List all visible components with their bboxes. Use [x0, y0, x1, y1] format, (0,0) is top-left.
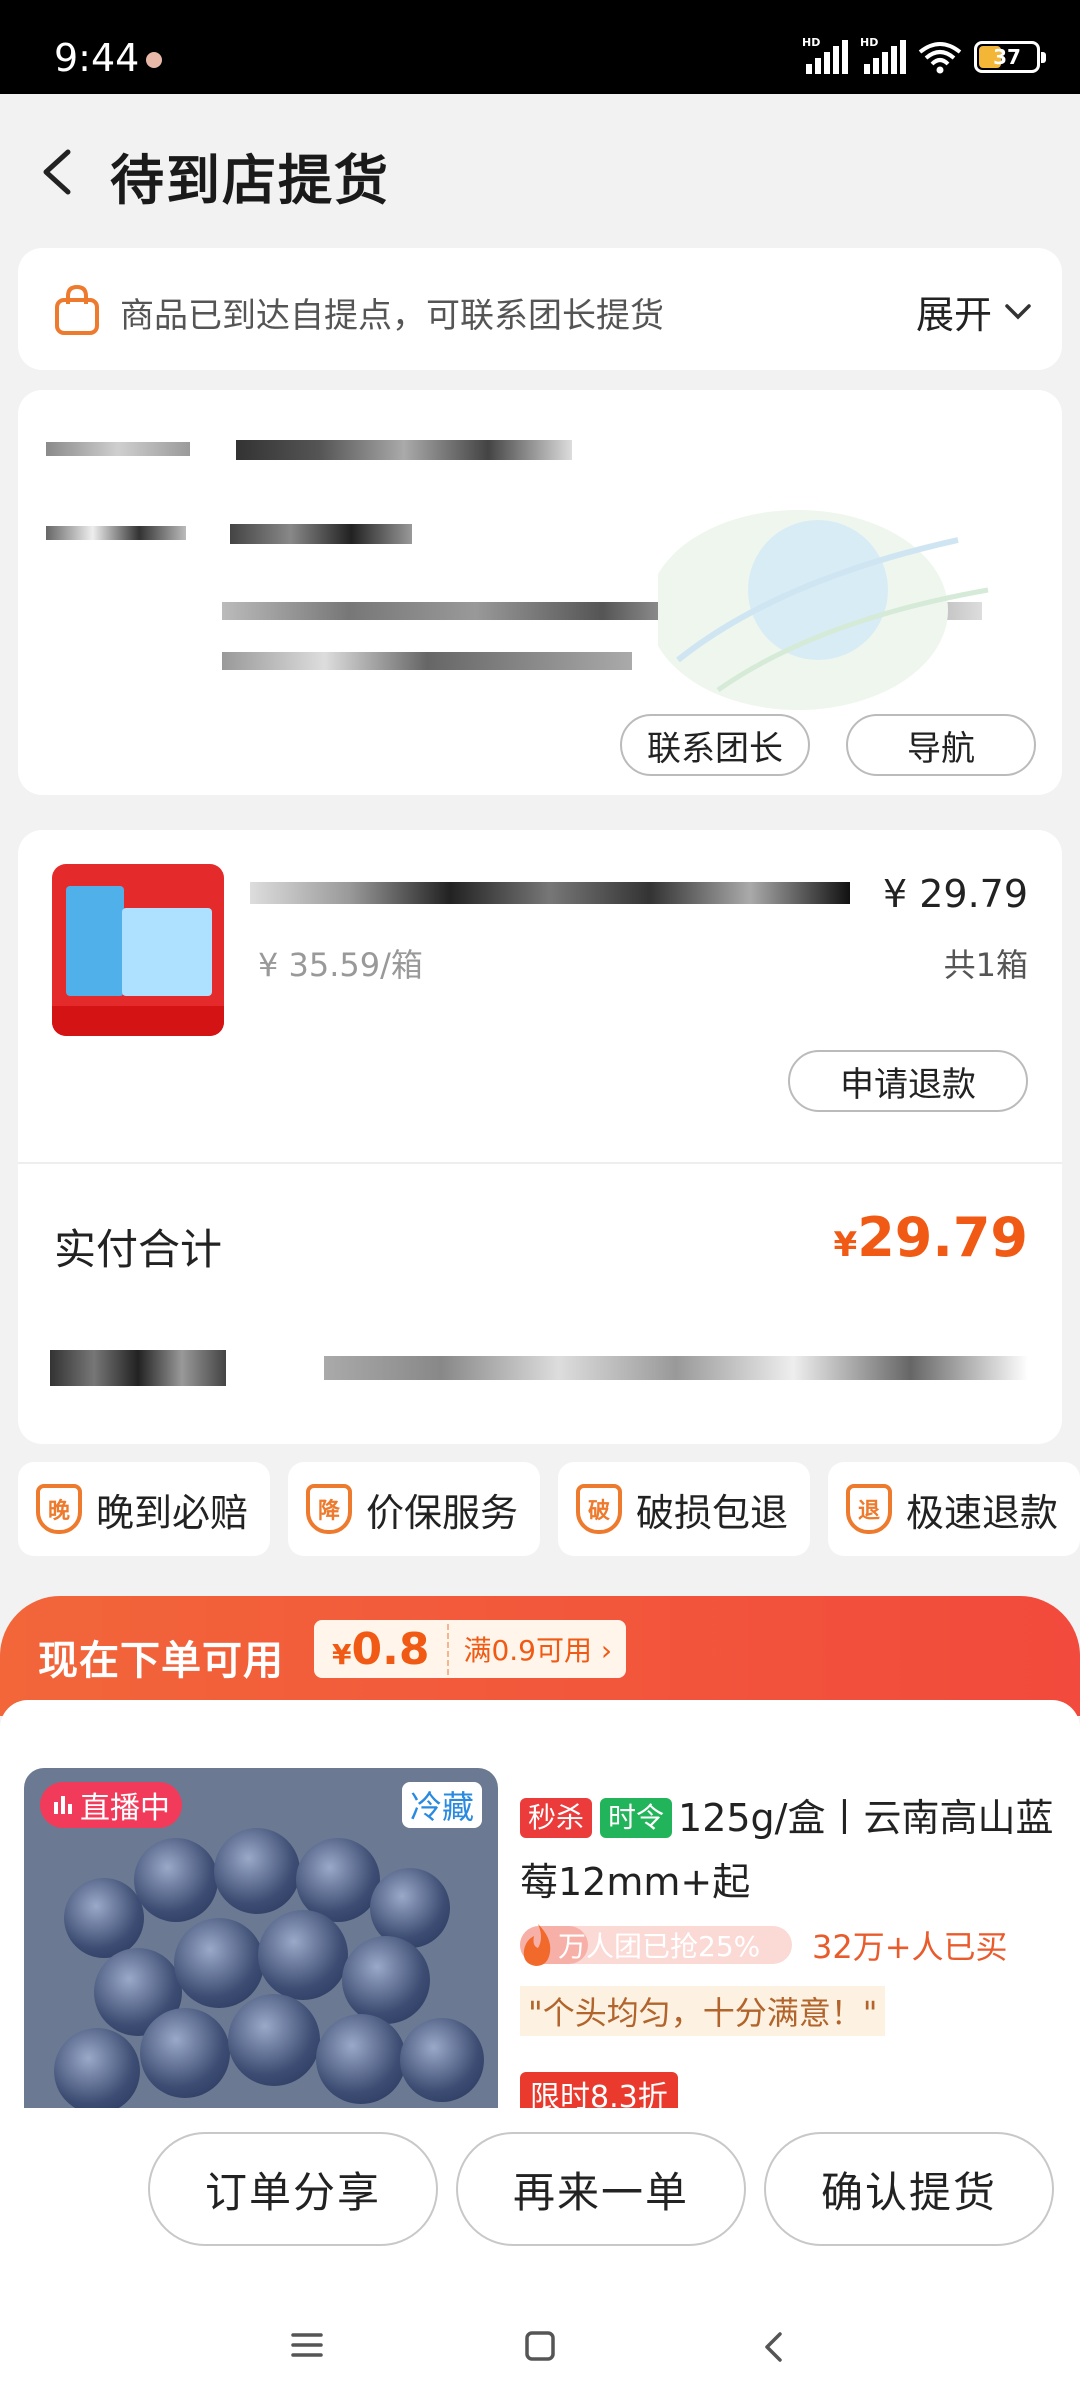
contact-leader-button[interactable]: 联系团长 [620, 714, 810, 776]
redacted-text [236, 440, 572, 460]
total-amount: ¥29.79 [834, 1206, 1028, 1269]
signal-icon-2: HD [860, 36, 906, 74]
product-thumbnail[interactable] [52, 864, 224, 1036]
live-badge: 直播中 [40, 1782, 182, 1828]
live-badge-label: 直播中 [80, 1791, 170, 1826]
coupon-value: 0.8 [351, 1623, 430, 1675]
product-title: 秒杀 时令 125g/盒丨云南高山蓝莓12mm+起 [520, 1786, 1060, 1914]
back-icon[interactable] [762, 2330, 786, 2364]
cold-chain-badge: 冷藏 [401, 1782, 482, 1828]
flash-sale-tag: 秒杀 [520, 1798, 593, 1838]
bottom-action-bar: 订单分享 再来一单 确认提货 [0, 2108, 1080, 2400]
service-item[interactable]: 退 极速退款 [828, 1462, 1080, 1556]
service-label: 破损包退 [636, 1490, 789, 1535]
signal-icon: HD [802, 36, 848, 74]
coupon-currency: ¥ [332, 1637, 352, 1671]
review-snippet: "个头均匀，十分满意！" [520, 1986, 886, 2036]
sales-count: 32万+人已买 [812, 1928, 1008, 1966]
redacted-text [324, 1356, 1028, 1380]
redacted-text [50, 1350, 226, 1386]
total-currency: ¥ [833, 1225, 858, 1265]
total-label: 实付合计 [54, 1225, 223, 1274]
reorder-button[interactable]: 再来一单 [456, 2132, 746, 2246]
map-illustration [658, 510, 989, 710]
menu-icon[interactable] [290, 2330, 324, 2360]
coupon-banner[interactable]: 现在下单可用 ¥0.8 满0.9可用 › [0, 1596, 1080, 1716]
total-value: 29.79 [857, 1206, 1028, 1269]
status-bar: 9:44 HD HD 37 [0, 0, 1080, 94]
refund-button[interactable]: 申请退款 [788, 1050, 1028, 1112]
shield-icon: 退 [846, 1484, 892, 1534]
divider [18, 1162, 1062, 1164]
product-name-redacted [250, 882, 850, 904]
seasonal-tag: 时令 [600, 1798, 673, 1838]
shopping-bag-icon [55, 284, 99, 335]
page-title: 待到店提货 [110, 149, 390, 212]
order-card: ¥ 35.59/箱 ¥ 29.79 共1箱 申请退款 实付合计 ¥29.79 [18, 830, 1062, 1444]
expand-label: 展开 [915, 293, 992, 337]
service-item[interactable]: 破 破损包退 [558, 1462, 810, 1556]
item-price: ¥ 29.79 [882, 872, 1028, 916]
promo-title: 现在下单可用 [38, 1638, 284, 1684]
notice-text: 商品已到达自提点，可联系团长提货 [120, 296, 664, 336]
navigate-button[interactable]: 导航 [846, 714, 1036, 776]
notification-icon [146, 52, 162, 68]
progress-bar: 万 人团已抢25% [520, 1924, 792, 1966]
signal-label: HD [802, 36, 821, 49]
discount-tag: 限时8.3折 [520, 2072, 678, 2110]
signal-label-2: HD [860, 36, 879, 49]
back-arrow-icon[interactable] [34, 142, 84, 202]
unit-price: ¥ 35.59/箱 [258, 946, 423, 984]
progress-text: 人团已抢25% [586, 1930, 761, 1963]
status-icons: HD HD 37 [802, 36, 1046, 74]
flame-icon [523, 1924, 551, 1966]
share-order-button[interactable]: 订单分享 [148, 2132, 438, 2246]
shield-icon: 降 [306, 1484, 352, 1534]
coupon-amount: ¥0.8 [314, 1623, 450, 1675]
product-image[interactable]: 直播中 冷藏 [24, 1768, 498, 2110]
progress-prefix: 万 [558, 1930, 587, 1963]
shield-icon: 破 [576, 1484, 622, 1534]
redacted-text [222, 652, 632, 670]
arrival-notice: 商品已到达自提点，可联系团长提货 展开 [18, 248, 1062, 370]
service-item[interactable]: 晚 晚到必赔 [18, 1462, 270, 1556]
service-label: 晚到必赔 [96, 1490, 249, 1535]
expand-button[interactable]: 展开 [916, 284, 1032, 339]
battery-level: 37 [993, 45, 1021, 69]
service-label: 价保服务 [366, 1490, 519, 1535]
shield-icon: 晚 [36, 1484, 82, 1534]
header: 待到店提货 [0, 94, 1080, 244]
recommended-product[interactable]: 直播中 冷藏 秒杀 时令 125g/盒丨云南高山蓝莓12mm+起 万 人团已抢25%… [0, 1700, 1080, 2110]
coupon-condition: 满0.9可用 › [463, 1634, 613, 1667]
home-icon[interactable] [524, 2330, 556, 2362]
service-item[interactable]: 降 价保服务 [288, 1462, 540, 1556]
item-quantity: 共1箱 [943, 946, 1028, 984]
group-progress: 万 人团已抢25% 32万+人已买 [520, 1922, 1008, 1968]
chevron-down-icon [1005, 303, 1031, 319]
service-label: 极速退款 [906, 1490, 1059, 1535]
redacted-text [46, 526, 186, 540]
coupon[interactable]: ¥0.8 满0.9可用 › [314, 1620, 627, 1678]
status-time: 9:44 [54, 36, 140, 80]
battery-icon: 37 [974, 41, 1046, 73]
pickup-point-card: 联系团长 导航 [18, 390, 1062, 795]
live-bars-icon [54, 1796, 72, 1814]
confirm-pickup-button[interactable]: 确认提货 [764, 2132, 1054, 2246]
service-guarantees: 晚 晚到必赔 降 价保服务 破 破损包退 退 极速退款 [18, 1462, 1080, 1556]
redacted-text [230, 524, 412, 544]
wifi-icon [918, 42, 962, 74]
redacted-text [46, 442, 190, 456]
